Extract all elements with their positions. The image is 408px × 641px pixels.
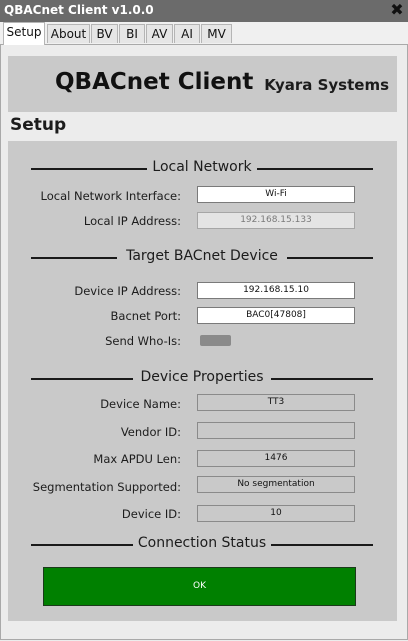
device-properties-heading: Device Properties xyxy=(31,369,373,387)
local-network-heading-text: Local Network xyxy=(149,159,255,175)
send-whois-button[interactable] xyxy=(200,335,231,346)
bacnet-port-label: Bacnet Port: xyxy=(110,309,181,323)
app-header: QBACnet Client Kyara Systems xyxy=(8,56,397,112)
setup-panel: Local Network Local Network Interface: W… xyxy=(8,141,397,621)
close-icon[interactable]: ✖ xyxy=(389,2,405,18)
vendor-id-label: Vendor ID: xyxy=(120,425,181,439)
local-interface-field[interactable]: Wi-Fi xyxy=(197,186,355,203)
connection-status-heading-text: Connection Status xyxy=(134,535,270,551)
local-network-heading: Local Network xyxy=(31,159,373,177)
tab-bv[interactable]: BV xyxy=(91,24,118,43)
target-device-heading: Target BACnet Device xyxy=(31,248,373,266)
max-apdu-field: 1476 xyxy=(197,450,355,467)
bacnet-port-field[interactable]: BAC0[47808] xyxy=(197,307,355,324)
device-id-field: 10 xyxy=(197,505,355,522)
device-name-field: TT3 xyxy=(197,394,355,411)
local-ip-label: Local IP Address: xyxy=(83,214,181,228)
send-whois-label: Send Who-Is: xyxy=(105,334,181,348)
tab-bi[interactable]: BI xyxy=(119,24,145,43)
local-interface-label: Local Network Interface: xyxy=(40,189,182,203)
tab-bar: Setup About BV BI AV AI MV xyxy=(0,22,408,45)
company-name: Kyara Systems xyxy=(264,76,389,94)
target-device-heading-text: Target BACnet Device xyxy=(123,248,281,264)
device-ip-label: Device IP Address: xyxy=(74,284,181,298)
local-ip-field: 192.168.15.133 xyxy=(197,212,355,229)
device-id-label: Device ID: xyxy=(121,507,181,521)
page-title: Setup xyxy=(10,115,67,135)
vendor-id-field xyxy=(197,422,355,439)
device-properties-heading-text: Device Properties xyxy=(137,369,267,385)
segmentation-label: Segmentation Supported: xyxy=(32,480,181,494)
title-bar: QBACnet Client v1.0.0 ✖ xyxy=(0,0,408,22)
app-name: QBACnet Client xyxy=(55,69,254,95)
max-apdu-label: Max APDU Len: xyxy=(93,452,181,466)
device-ip-field[interactable]: 192.168.15.10 xyxy=(197,282,355,299)
connection-status-heading: Connection Status xyxy=(31,535,373,553)
tab-ai[interactable]: AI xyxy=(174,24,200,43)
tab-setup[interactable]: Setup xyxy=(3,22,45,45)
connection-status-button[interactable]: OK xyxy=(43,567,356,606)
tab-about[interactable]: About xyxy=(47,24,90,43)
tab-av[interactable]: AV xyxy=(146,24,173,43)
tab-mv[interactable]: MV xyxy=(201,24,232,43)
segmentation-field: No segmentation xyxy=(197,476,355,493)
window-title: QBACnet Client v1.0.0 xyxy=(4,3,154,17)
device-name-label: Device Name: xyxy=(100,397,181,411)
